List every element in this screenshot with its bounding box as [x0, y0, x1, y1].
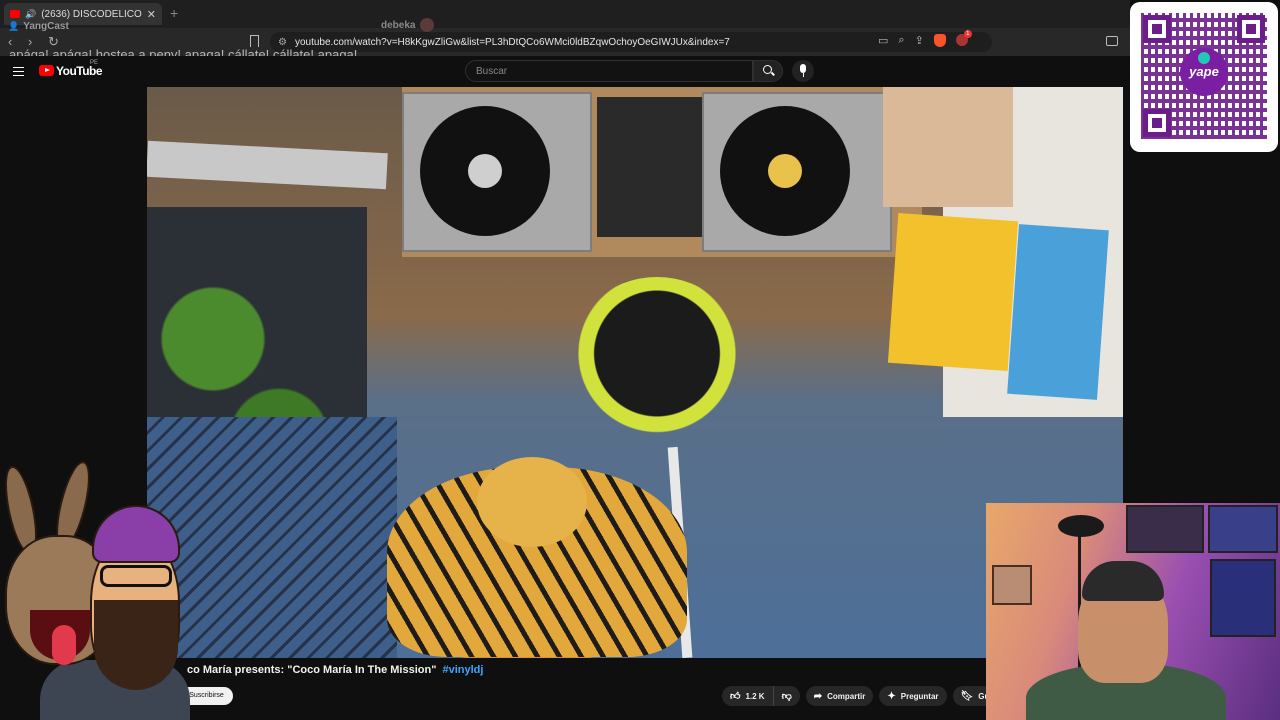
ask-button[interactable]: ✦ Preguntar	[879, 686, 947, 706]
video-actions: 👍︎ 1.2 K 👎︎ ➦ Compartir ✦ Preguntar 🔖︎ G…	[722, 686, 1018, 706]
search-button[interactable]	[753, 60, 783, 82]
site-info-icon[interactable]: ⚙	[278, 37, 287, 48]
video-title: co María presents: "Coco María In The Mi…	[187, 664, 483, 676]
dj-mixer	[597, 97, 703, 237]
country-code: PE	[90, 60, 99, 66]
search-input[interactable]: Buscar	[465, 60, 753, 82]
tab-title: (2636) DISCODELICOS - Sesi	[41, 8, 142, 20]
wall-frame	[1126, 505, 1204, 553]
youtube-logo-icon[interactable]	[39, 65, 54, 76]
video-hashtag-link[interactable]: #vinyldj	[443, 664, 484, 676]
vinyl-record	[420, 106, 550, 236]
speaker-icon[interactable]: 🔊	[25, 9, 36, 20]
microphone-icon[interactable]	[792, 60, 814, 82]
share-button[interactable]: ➦ Compartir	[805, 686, 874, 706]
qr-finder	[1237, 15, 1265, 43]
thumbs-down-icon: 👎︎	[781, 691, 792, 702]
qr-finder	[1143, 15, 1171, 43]
browser-tab-bar: 🔊 (2636) DISCODELICOS - Sesi ✕ +	[0, 0, 1130, 28]
donation-qr-card: yape	[1130, 2, 1278, 152]
menu-icon[interactable]	[13, 67, 24, 76]
address-bar-actions: ▭ ⌕ ⇪ 1	[878, 30, 972, 47]
video-title-text: co María presents: "Coco María In The Mi…	[187, 664, 437, 676]
dislike-button[interactable]: 👎︎	[773, 686, 800, 706]
wall-frame	[1208, 505, 1278, 553]
search-icon	[763, 65, 772, 74]
share-icon: ➦	[813, 690, 823, 702]
share-label: Compartir	[827, 691, 866, 701]
close-tab-icon[interactable]: ✕	[147, 8, 156, 21]
sparkle-icon: ✦	[887, 690, 896, 702]
youtube-header: YouTube PE Buscar	[0, 56, 1130, 86]
turntable-left	[402, 92, 592, 252]
thumbs-up-icon: 👍︎	[730, 691, 741, 702]
zoom-icon[interactable]: ⌕	[898, 34, 904, 47]
like-button[interactable]: 👍︎ 1.2 K	[722, 686, 774, 706]
video-player[interactable]	[147, 87, 1123, 658]
chat-avatar	[420, 18, 434, 32]
youtube-logo-text[interactable]: YouTube	[56, 64, 103, 78]
cartoon-glasses	[100, 565, 172, 587]
brave-rewards-icon[interactable]: 1	[955, 30, 972, 46]
bookmark-page-icon[interactable]	[250, 35, 259, 47]
brave-shields-icon[interactable]	[933, 34, 946, 47]
poster	[883, 87, 1013, 207]
stream-channel-label: 👤 YangCast	[8, 21, 69, 32]
share-page-icon[interactable]: ⇪	[915, 34, 924, 47]
poster	[1007, 224, 1109, 400]
url-text[interactable]: youtube.com/watch?v=H8kKgwZliGw&list=PL3…	[295, 37, 730, 48]
chat-username: debeka	[381, 20, 416, 31]
qr-finder	[1143, 109, 1171, 137]
dj-person	[567, 277, 747, 447]
like-dislike-group: 👍︎ 1.2 K 👎︎	[722, 686, 800, 706]
streamer-cap	[1082, 561, 1164, 601]
vinyl-record	[720, 106, 850, 236]
user-icon: 👤	[8, 21, 20, 31]
channel-name: YangCast	[23, 21, 69, 32]
window-rail	[147, 140, 388, 190]
new-tab-icon[interactable]: +	[170, 5, 178, 21]
cartoon-beanie	[92, 505, 180, 563]
wall-frame	[992, 565, 1032, 605]
bookmark-icon: 🔖︎	[960, 690, 974, 702]
donkey-tongue	[52, 625, 76, 665]
streamer-webcam	[986, 503, 1280, 720]
sidebar-toggle-icon[interactable]	[1106, 36, 1118, 46]
cast-icon[interactable]: ▭	[878, 34, 888, 47]
cartoon-beard	[94, 600, 178, 690]
poster	[887, 212, 1019, 372]
turntable-right	[702, 92, 892, 252]
tiger-rug-head	[477, 457, 587, 547]
wall-frame	[1210, 559, 1276, 637]
floor-lamp	[1058, 515, 1104, 537]
cartoon-avatar	[0, 455, 190, 720]
yape-logo-dot	[1198, 52, 1210, 64]
like-count: 1.2 K	[745, 691, 765, 701]
ask-label: Preguntar	[900, 691, 939, 701]
youtube-favicon-icon	[10, 10, 20, 18]
